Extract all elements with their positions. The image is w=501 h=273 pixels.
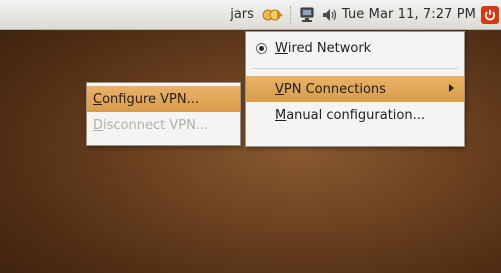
network-icon[interactable] [300, 7, 314, 23]
wired-network-item[interactable]: Wired Network [246, 35, 464, 61]
radio-selected-icon [256, 42, 267, 54]
manual-configuration-item[interactable]: Manual configuration... [246, 102, 464, 128]
vpn-label: PN Connections [283, 81, 386, 97]
manual-label: anual configuration... [286, 107, 426, 123]
manual-mnemonic: M [275, 107, 287, 123]
volume-icon[interactable] [322, 8, 338, 22]
configure-mnemonic: C [93, 91, 103, 107]
vpn-submenu: Configure VPN... Disconnect VPN... [86, 82, 241, 146]
vpn-connections-item[interactable]: V PN Connections [246, 76, 464, 102]
user-name[interactable]: jars [230, 0, 254, 30]
disconnect-vpn-item: Disconnect VPN... [87, 112, 240, 138]
panel-separator [289, 5, 291, 24]
network-menu: Wired Network V PN Connections Manual con… [245, 31, 465, 147]
disconnect-mnemonic: D [93, 117, 104, 133]
user-switch-icon[interactable] [262, 7, 284, 23]
submenu-arrow-icon [449, 84, 454, 92]
power-icon[interactable] [481, 5, 499, 24]
wired-mnemonic: W [275, 40, 288, 56]
disconnect-label: isconnect VPN... [103, 117, 209, 133]
wired-label: ired Network [287, 40, 372, 56]
configure-label: onfigure VPN... [102, 91, 199, 107]
top-panel: jars Tue Mar 11, 7:27 PM [0, 0, 501, 30]
menu-separator [252, 68, 458, 69]
clock[interactable]: Tue Mar 11, 7:27 PM [342, 0, 476, 30]
configure-vpn-item[interactable]: Configure VPN... [87, 86, 240, 112]
vpn-mnemonic: V [275, 81, 284, 97]
